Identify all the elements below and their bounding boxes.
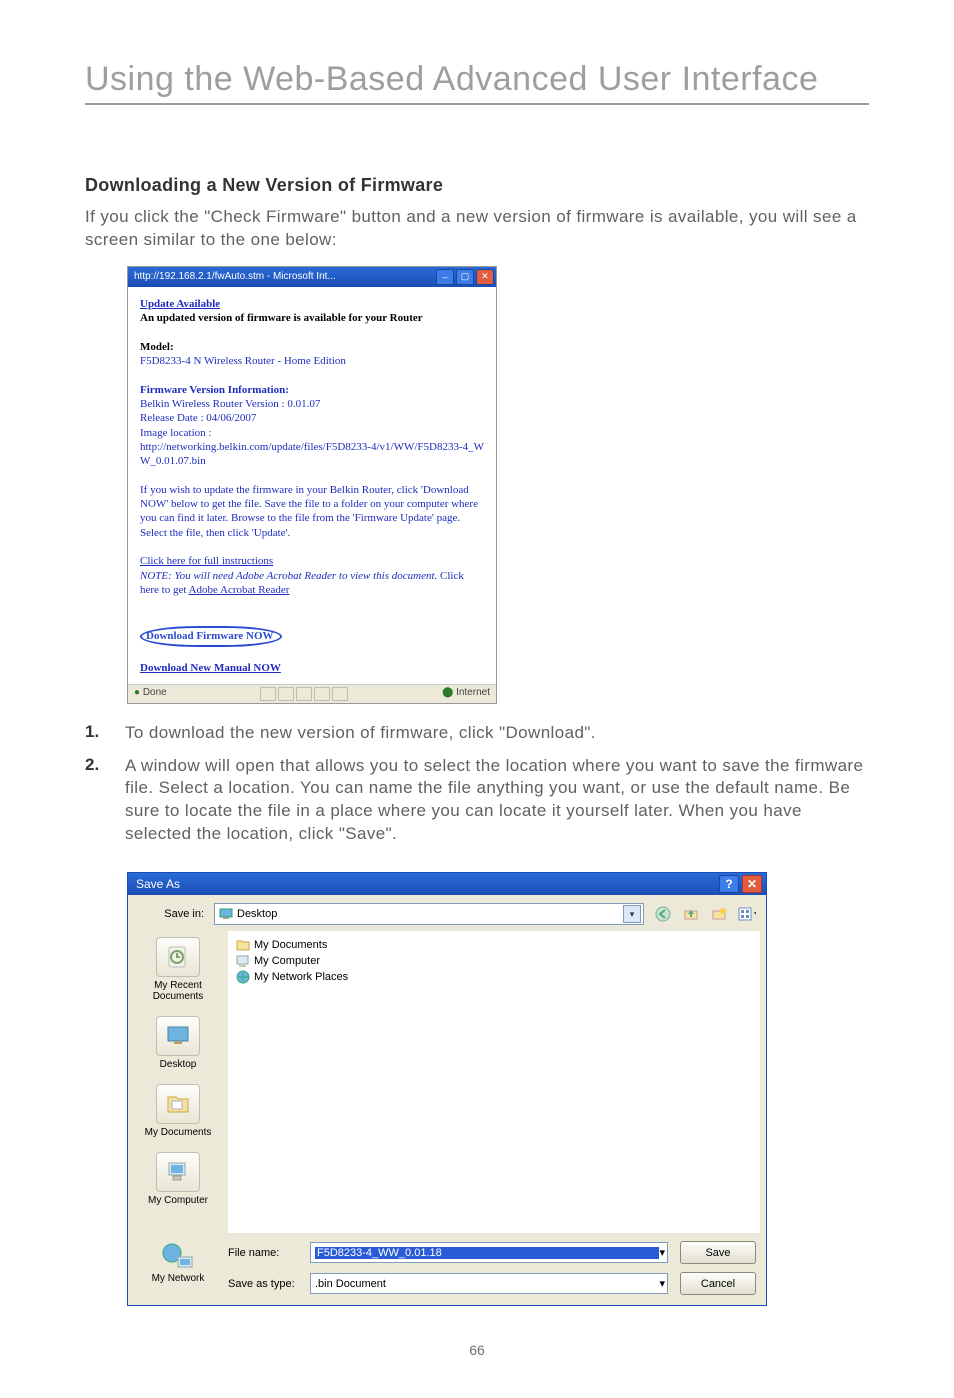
page-title: Using the Web-Based Advanced User Interf…: [85, 60, 869, 99]
maximize-icon: ▢: [456, 269, 474, 285]
recent-docs-icon: [165, 944, 191, 970]
place-mycomputer: My Computer: [128, 1152, 228, 1206]
header-divider: [85, 103, 869, 105]
update-available-sub: An updated version of firmware is availa…: [140, 311, 484, 325]
place-recent: My Recent Documents: [128, 937, 228, 1002]
update-available-heading: Update Available: [140, 298, 220, 310]
savein-value: Desktop: [237, 908, 619, 920]
close-icon: ✕: [476, 269, 494, 285]
chevron-down-icon: ▾: [623, 905, 641, 923]
step-number-1: 1.: [85, 722, 107, 745]
mycomputer-icon: [236, 954, 250, 968]
mydocs-place-icon: [165, 1091, 191, 1117]
intro-paragraph: If you click the "Check Firmware" button…: [85, 206, 869, 252]
firmware-popup-screenshot: http://192.168.2.1/fwAuto.stm - Microsof…: [127, 266, 497, 704]
step-1-text: To download the new version of firmware,…: [125, 722, 596, 745]
file-list-area: My Documents My Computer My Network Plac…: [228, 931, 760, 1233]
place-mynetwork: My Network: [152, 1241, 205, 1284]
titlebar-text: http://192.168.2.1/fwAuto.stm - Microsof…: [134, 271, 436, 282]
download-manual-link: Download New Manual NOW: [140, 662, 281, 674]
cancel-button: Cancel: [680, 1272, 756, 1295]
filename-value: F5D8233-4_WW_0.01.18: [315, 1247, 659, 1259]
file-item: My Network Places: [236, 969, 752, 985]
click-here-link: Click here for full instructions: [140, 555, 273, 567]
back-icon: [654, 905, 672, 923]
close-icon: ✕: [742, 875, 762, 893]
adobe-reader-link: Adobe Acrobat Reader: [189, 584, 290, 596]
minimize-icon: –: [436, 269, 454, 285]
savetype-field: .bin Document ▾: [310, 1273, 668, 1294]
fvi-heading: Firmware Version Information:: [140, 383, 484, 397]
fvi-url: http://networking.belkin.com/update/file…: [140, 440, 484, 469]
savetype-label: Save as type:: [228, 1278, 298, 1290]
fvi-release: Release Date : 04/06/2007: [140, 411, 484, 425]
model-label: Model:: [140, 340, 484, 354]
filename-field: F5D8233-4_WW_0.01.18 ▾: [310, 1242, 668, 1263]
fvi-version: Belkin Wireless Router Version : 0.01.07: [140, 397, 484, 411]
fvi-guide: If you wish to update the firmware in yo…: [140, 483, 484, 540]
up-folder-icon: [682, 905, 700, 923]
savetype-value: .bin Document: [315, 1278, 659, 1290]
views-icon: [738, 905, 756, 923]
new-folder-icon: [710, 905, 728, 923]
filename-label: File name:: [228, 1247, 298, 1259]
help-icon: ?: [719, 875, 739, 893]
folder-docs-icon: [236, 938, 250, 952]
saveas-titlebar: Save As ? ✕: [128, 873, 766, 895]
savein-label: Save in:: [138, 908, 204, 920]
mycomputer-place-icon: [165, 1159, 191, 1185]
savein-dropdown: Desktop ▾: [214, 903, 644, 925]
page-number: 66: [85, 1342, 869, 1358]
chevron-down-icon: ▾: [659, 1246, 665, 1259]
model-value: F5D8233-4 N Wireless Router - Home Editi…: [140, 354, 484, 368]
save-button: Save: [680, 1241, 756, 1264]
desktop-place-icon: [165, 1023, 191, 1049]
fvi-imgloc: Image location :: [140, 426, 484, 440]
statusbar: ● Done ⬤ Internet: [128, 684, 496, 703]
window-titlebar: http://192.168.2.1/fwAuto.stm - Microsof…: [128, 267, 496, 287]
file-item: My Computer: [236, 953, 752, 969]
network-places-icon: [236, 970, 250, 984]
file-item: My Documents: [236, 937, 752, 953]
section-heading: Downloading a New Version of Firmware: [85, 175, 869, 196]
note-text: NOTE: You will need Adobe Acrobat Reader…: [140, 570, 437, 582]
status-done: ● Done: [134, 687, 167, 701]
status-zone: ⬤ Internet: [442, 687, 490, 701]
chevron-down-icon: ▾: [659, 1277, 665, 1290]
saveas-title-text: Save As: [136, 877, 719, 891]
step-2-text: A window will open that allows you to se…: [125, 755, 869, 847]
mynetwork-icon: [160, 1241, 196, 1271]
place-desktop: Desktop: [128, 1016, 228, 1070]
step-number-2: 2.: [85, 755, 107, 847]
download-firmware-link: Download Firmware NOW: [140, 626, 282, 647]
save-as-dialog-screenshot: Save As ? ✕ Save in: Desktop ▾: [127, 872, 767, 1306]
place-mydocs: My Documents: [128, 1084, 228, 1138]
desktop-icon: [219, 907, 233, 921]
